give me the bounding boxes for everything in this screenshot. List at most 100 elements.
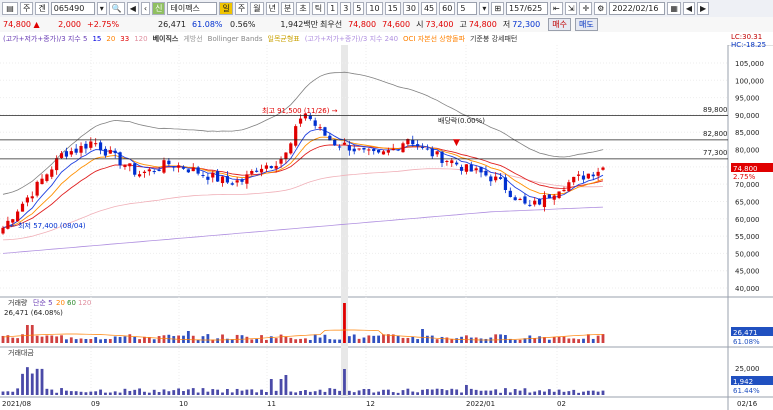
volume-pct-label: 61.08% — [733, 338, 760, 346]
amount-bar — [372, 392, 376, 395]
legend-ichimoku[interactable]: 일목균형표 — [268, 34, 300, 44]
period-tick-button[interactable]: 틱 — [311, 2, 326, 15]
date-label-02: 02 — [557, 400, 566, 408]
amount-legend-name: 거래대금 — [8, 348, 34, 357]
interval-button-1[interactable]: 1 — [327, 2, 339, 15]
interval-button-5[interactable]: 5 — [353, 2, 365, 15]
mode-select[interactable]: 겐 — [35, 2, 49, 15]
legend-basics[interactable]: 베이직스 — [153, 34, 179, 44]
volume-bar — [445, 337, 449, 343]
period-day-button[interactable]: 일 — [219, 2, 233, 15]
amount-bar — [99, 389, 102, 395]
amount-bar — [1, 391, 5, 395]
turnover-rate: 0.56% — [230, 20, 256, 29]
period-week-button[interactable]: 주 — [234, 2, 249, 15]
amount-bar — [289, 391, 293, 395]
scroll-start-icon[interactable]: ⇤ — [550, 2, 563, 15]
candle-body — [35, 181, 39, 196]
candle-body — [596, 171, 600, 176]
calendar-icon[interactable]: ▦ — [667, 2, 681, 15]
amount-bar — [167, 391, 171, 395]
zoom-icon[interactable]: ⇲ — [564, 2, 578, 15]
amount-bar — [55, 392, 59, 395]
volume-bar — [65, 339, 68, 343]
candle-body — [45, 174, 49, 181]
interval-button-3[interactable]: 3 — [340, 2, 352, 15]
amount-bar — [216, 389, 220, 395]
candle-body — [372, 148, 376, 152]
stock-status-badge: 신 — [152, 2, 166, 15]
volume-bar — [425, 335, 429, 343]
candle-body — [30, 196, 34, 199]
stock-chart[interactable]: 105,000100,00095,00090,00085,00080,00075… — [0, 45, 773, 410]
prev-icon[interactable]: ◀ — [682, 2, 696, 15]
price-tick-label: 80,000 — [735, 147, 760, 155]
candle-body — [294, 126, 298, 146]
legend-ma-15[interactable]: 15 — [92, 35, 101, 43]
amount-bar — [50, 389, 54, 395]
candle-body — [211, 172, 215, 178]
amount-bar — [562, 391, 566, 395]
volume-bar — [152, 339, 156, 343]
legend-bollinger[interactable]: Bollinger Bands — [208, 35, 263, 43]
speaker-icon[interactable]: ◀ — [126, 2, 139, 15]
legend-ma-33[interactable]: 33 — [120, 35, 129, 43]
date-label-11: 11 — [267, 400, 276, 408]
volume-bar — [406, 337, 410, 343]
legend-ma-20[interactable]: 20 — [106, 35, 115, 43]
dropdown-icon[interactable]: ▾ — [96, 2, 107, 15]
volume-bar — [382, 334, 385, 343]
candle-body — [20, 203, 25, 212]
interval-button-30[interactable]: 30 — [402, 2, 419, 15]
amount-bar — [591, 390, 595, 395]
candle-body — [494, 176, 498, 181]
amount-tick-label: 25,000 — [735, 365, 760, 373]
legend-envelope[interactable]: 게방선 — [183, 34, 202, 44]
interval-button-60[interactable]: 60 — [439, 2, 456, 15]
legend-ma-typical-5[interactable]: (고가+저가+종가)/3 지수 5 — [3, 34, 87, 44]
amount-bar — [279, 379, 283, 395]
interval-button-10[interactable]: 10 — [366, 2, 383, 15]
chart-settings-icon[interactable]: ⊞ — [491, 2, 505, 15]
period-second-button[interactable]: 초 — [296, 2, 310, 15]
amount-bar — [113, 391, 117, 395]
candle-body — [84, 143, 88, 149]
next-icon[interactable]: ▶ — [697, 2, 710, 15]
data-count-field[interactable]: 157/625 — [506, 2, 549, 15]
buy-button[interactable]: 매수 — [548, 18, 571, 31]
prev-stock-icon[interactable]: ‹ — [140, 2, 151, 15]
volume-readout: 26,471 (64.08%) — [4, 309, 63, 317]
interval-dropdown-icon[interactable]: ▾ — [479, 2, 490, 15]
volume-bar — [118, 336, 122, 343]
period-month-button[interactable]: 월 — [250, 2, 264, 15]
volume-bar — [557, 336, 561, 343]
date-field[interactable]: 2022/02/16 — [609, 2, 666, 15]
chart-type-icon[interactable]: ▤ — [2, 2, 18, 15]
candle-body — [474, 168, 478, 171]
price-tick-label: 95,000 — [735, 95, 760, 103]
legend-base-candle[interactable]: 기준봉 강세패턴 — [470, 34, 517, 44]
amount-bar — [225, 389, 229, 395]
period-minute-button[interactable]: 분 — [280, 2, 295, 15]
legend-ma-120[interactable]: 120 — [134, 35, 147, 43]
interval-button-15[interactable]: 15 — [384, 2, 401, 15]
gear-icon[interactable]: ⚙ — [594, 2, 608, 15]
period-year-button[interactable]: 년 — [265, 2, 279, 15]
candle-body — [435, 151, 439, 155]
stock-code-input[interactable]: 065490 — [50, 2, 95, 15]
legend-ma-typical-240[interactable]: (고가+저가+종가)/3 지수 240 — [305, 34, 398, 44]
volume-bar — [333, 339, 337, 343]
interval-button-45[interactable]: 45 — [420, 2, 438, 15]
crosshair-icon[interactable]: ✛ — [579, 2, 593, 15]
candle-body — [103, 148, 108, 156]
market-select[interactable]: 주 — [20, 2, 34, 15]
interval-input[interactable]: 5 — [457, 2, 478, 15]
legend-oci-breakout[interactable]: OCI 자본선 상향돌파 — [403, 34, 465, 44]
amount-bar — [504, 388, 507, 395]
candle-body — [274, 165, 278, 169]
sell-button[interactable]: 매도 — [574, 18, 598, 31]
price-tick-label: 90,000 — [735, 112, 760, 120]
search-icon[interactable]: 🔍 — [108, 2, 125, 15]
volume-bar — [318, 337, 322, 343]
candle-body — [523, 196, 527, 204]
